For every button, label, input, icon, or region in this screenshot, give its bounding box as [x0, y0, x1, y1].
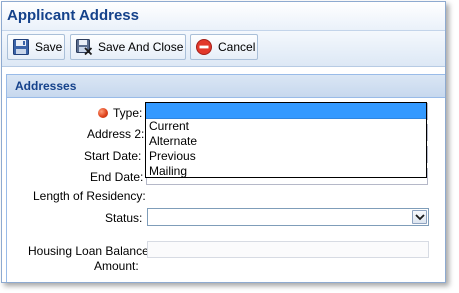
addresses-panel-header: Addresses — [7, 75, 445, 98]
applicant-address-window: Applicant Address Save Save And Close Ca… — [1, 1, 446, 283]
save-and-close-button[interactable]: Save And Close — [70, 34, 186, 60]
cancel-button[interactable]: Cancel — [190, 34, 258, 60]
addresses-panel-title: Addresses — [15, 79, 77, 93]
type-option-alternate[interactable]: Alternate — [146, 134, 426, 149]
status-select[interactable] — [147, 208, 429, 226]
window-titlebar: Applicant Address — [2, 2, 445, 31]
save-button[interactable]: Save — [7, 34, 65, 60]
housing-loan-balance-label-line2: Amount: — [94, 259, 139, 273]
status-label: Status: — [105, 211, 143, 225]
type-option-previous[interactable]: Previous — [146, 149, 426, 164]
window-title: Applicant Address — [7, 7, 139, 24]
type-option-mailing[interactable]: Mailing — [146, 164, 426, 179]
save-button-label: Save — [35, 40, 63, 54]
length-of-residency-label: Length of Residency: — [33, 189, 146, 203]
cancel-circle-icon — [195, 38, 213, 56]
floppy-disk-icon — [12, 38, 30, 56]
type-option-current[interactable]: Current — [146, 119, 426, 134]
type-label: Type: — [113, 106, 143, 120]
housing-loan-balance-input — [147, 241, 429, 258]
chevron-down-icon[interactable] — [412, 210, 427, 224]
address-2-label: Address 2: — [87, 127, 145, 141]
housing-loan-balance-label: Housing Loan Balance — [28, 244, 149, 258]
type-dropdown-list: Current Alternate Previous Mailing — [145, 102, 427, 178]
cancel-button-label: Cancel — [218, 40, 256, 54]
end-date-label: End Date: — [90, 170, 144, 184]
type-dropdown-selected-blank[interactable] — [146, 103, 426, 119]
save-and-close-button-label: Save And Close — [98, 40, 184, 54]
toolbar: Save Save And Close Cancel — [2, 31, 445, 67]
floppy-disk-close-icon — [75, 38, 93, 56]
required-indicator-icon — [98, 108, 108, 118]
start-date-label: Start Date: — [84, 149, 142, 163]
